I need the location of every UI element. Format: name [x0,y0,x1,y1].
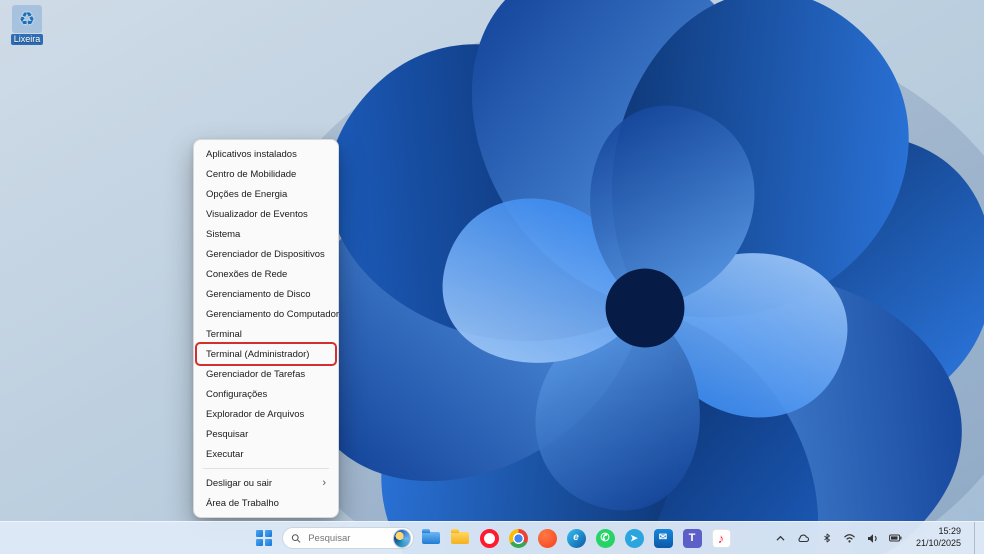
chevron-up-icon [776,535,785,541]
taskbar-center-group: e ✆ ➤ ✉ T ♪ [251,522,733,554]
chrome-icon [508,528,528,548]
chevron-right-icon: › [322,476,326,489]
show-desktop-button[interactable] [974,522,978,554]
battery-icon [889,534,902,542]
onedrive-tray-icon[interactable] [797,530,811,546]
search-icon [291,533,301,543]
wifi-tray-icon[interactable] [843,530,857,546]
teams-icon: T [682,528,702,548]
taskbar-app-teams[interactable]: T [680,526,704,550]
outlook-icon: ✉ [653,528,673,548]
menu-item-file-explorer[interactable]: Explorador de Arquivos [197,404,335,424]
cloud-icon [798,534,810,543]
search-highlight-image[interactable] [393,528,411,548]
taskbar-app-apple-music[interactable]: ♪ [709,526,733,550]
edge-icon: e [566,528,586,548]
menu-item-installed-apps[interactable]: Aplicativos instalados [197,144,335,164]
windows-logo-icon [256,530,272,546]
menu-item-disk-management[interactable]: Gerenciamento de Disco [197,284,335,304]
wifi-icon [844,534,856,543]
clock-date: 21/10/2025 [915,538,961,548]
recycle-bin-icon: ♻ [12,5,42,33]
battery-tray-icon[interactable] [889,530,903,546]
desktop: ♻ Lixeira Aplicativos instalados Centro … [0,0,984,554]
menu-item-desktop[interactable]: Área de Trabalho [197,493,335,513]
taskbar: e ✆ ➤ ✉ T ♪ [0,521,984,554]
search-input[interactable] [306,531,389,545]
clock-time: 15:29 [938,526,961,537]
taskbar-app-edge[interactable]: e [564,526,588,550]
menu-item-run[interactable]: Executar [197,444,335,464]
menu-item-system[interactable]: Sistema [197,224,335,244]
file-explorer-icon [422,529,440,544]
taskbar-app-chrome[interactable] [506,526,530,550]
whatsapp-icon: ✆ [595,528,615,548]
system-tray: 15:29 21/10/2025 [774,522,978,554]
start-button[interactable] [251,525,277,551]
taskbar-app-folder[interactable] [448,526,472,550]
menu-separator [203,468,329,469]
folder-icon [451,529,469,544]
bluetooth-icon [824,533,831,543]
menu-item-computer-management[interactable]: Gerenciamento do Computador [197,304,339,324]
recycle-bin-shortcut[interactable]: ♻ Lixeira [4,5,50,45]
wallpaper-bloom [0,0,984,554]
taskbar-app-brave[interactable] [535,526,559,550]
volume-tray-icon[interactable] [866,530,880,546]
taskbar-app-file-explorer[interactable] [419,526,443,550]
winx-context-menu: Aplicativos instalados Centro de Mobilid… [193,139,339,518]
menu-item-mobility-center[interactable]: Centro de Mobilidade [197,164,335,184]
menu-item-shutdown-signout[interactable]: Desligar ou sair › [197,473,335,493]
taskbar-app-opera[interactable] [477,526,501,550]
volume-icon [868,533,878,543]
hidden-icons-button[interactable] [774,530,788,546]
menu-item-network-connections[interactable]: Conexões de Rede [197,264,335,284]
tray-clock[interactable]: 15:29 21/10/2025 [912,526,965,549]
brave-icon [537,528,557,548]
menu-item-terminal[interactable]: Terminal [197,324,335,344]
apple-music-icon: ♪ [711,528,731,548]
menu-item-device-manager[interactable]: Gerenciador de Dispositivos [197,244,335,264]
opera-icon [479,528,499,548]
recycle-bin-label: Lixeira [10,34,44,45]
menu-item-power-options[interactable]: Opções de Energia [197,184,335,204]
menu-item-task-manager[interactable]: Gerenciador de Tarefas [197,364,335,384]
taskbar-app-whatsapp[interactable]: ✆ [593,526,617,550]
bluetooth-tray-icon[interactable] [820,530,834,546]
taskbar-app-telegram[interactable]: ➤ [622,526,646,550]
menu-item-settings[interactable]: Configurações [197,384,335,404]
telegram-icon: ➤ [624,528,644,548]
taskbar-app-outlook[interactable]: ✉ [651,526,675,550]
menu-item-terminal-admin[interactable]: Terminal (Administrador) [195,342,337,366]
menu-item-event-viewer[interactable]: Visualizador de Eventos [197,204,335,224]
menu-item-search[interactable]: Pesquisar [197,424,335,444]
taskbar-search[interactable] [282,527,414,549]
